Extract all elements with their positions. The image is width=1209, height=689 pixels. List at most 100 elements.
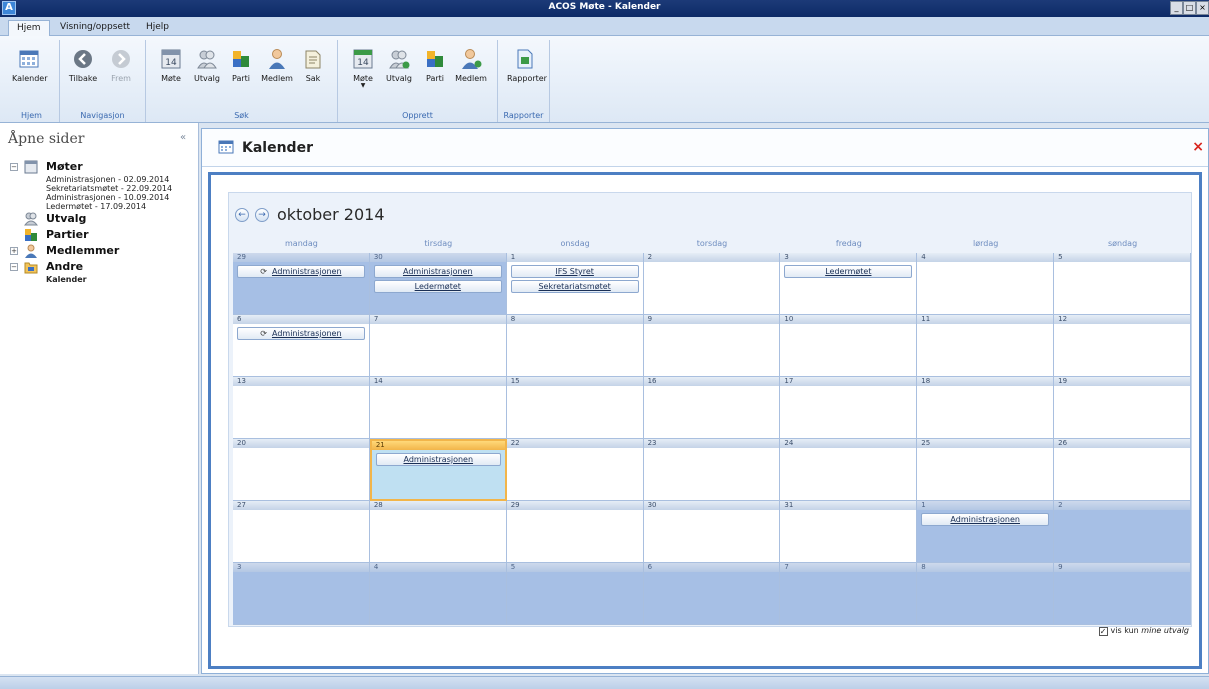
close-window-button[interactable]: × bbox=[1196, 1, 1209, 15]
opprett-utvalg-button[interactable]: Utvalg bbox=[382, 48, 416, 83]
day-number: 2 bbox=[1054, 501, 1190, 510]
calendar-day[interactable]: 17 bbox=[780, 377, 918, 439]
day-header: søndag bbox=[1107, 239, 1138, 248]
calendar-day[interactable]: 30 Administrasjonen Ledermøtet bbox=[369, 253, 507, 315]
opprett-medlem-label: Medlem bbox=[455, 74, 487, 83]
calendar-day[interactable]: 4 bbox=[917, 253, 1055, 315]
day-header: lørdag bbox=[973, 239, 999, 248]
opprett-medlem-button[interactable]: Medlem bbox=[454, 48, 488, 83]
calendar-day[interactable]: 30 bbox=[643, 501, 781, 563]
calendar-day[interactable]: 19 bbox=[1054, 377, 1191, 439]
chevron-down-icon[interactable]: ▼ bbox=[346, 83, 380, 89]
tree-item-meeting[interactable]: Administrasjonen - 02.09.2014 bbox=[10, 175, 196, 184]
calendar-day[interactable]: 31 bbox=[780, 501, 918, 563]
tree-node-andre[interactable]: − Andre bbox=[10, 259, 196, 275]
checkbox-checked-icon[interactable]: ✓ bbox=[1098, 627, 1108, 636]
day-number: 30 bbox=[369, 253, 506, 262]
calendar-day[interactable]: 22 bbox=[506, 439, 644, 501]
tree-item-meeting[interactable]: Ledermøtet - 17.09.2014 bbox=[10, 202, 196, 211]
calendar-day[interactable]: 16 bbox=[643, 377, 781, 439]
sok-mote-button[interactable]: 14 Møte bbox=[154, 48, 188, 83]
minimize-button[interactable]: _ bbox=[1170, 1, 1183, 15]
filter-mine-utvalg[interactable]: ✓ vis kun mine utvalg bbox=[1098, 626, 1189, 636]
tilbake-button[interactable]: Tilbake bbox=[66, 48, 100, 83]
calendar-day[interactable]: 10 bbox=[780, 315, 918, 377]
maximize-button[interactable]: □ bbox=[1183, 1, 1196, 15]
tree-node-partier[interactable]: Partier bbox=[10, 227, 196, 243]
calendar-day[interactable]: 2 bbox=[643, 253, 781, 315]
tree-item-meeting[interactable]: Sekretariatsmøtet - 22.09.2014 bbox=[10, 184, 196, 193]
collapse-node-icon[interactable]: − bbox=[10, 163, 18, 171]
frem-button[interactable]: Frem bbox=[104, 48, 138, 83]
calendar-event[interactable]: Ledermøtet bbox=[784, 265, 913, 278]
calendar-day[interactable]: 9 bbox=[1054, 563, 1191, 625]
expand-node-icon[interactable]: + bbox=[10, 247, 18, 255]
opprett-mote-button[interactable]: 14 Møte ▼ bbox=[346, 48, 380, 89]
calendar-day[interactable]: 1 Administrasjonen bbox=[917, 501, 1055, 563]
calendar-day[interactable]: 5 bbox=[506, 563, 644, 625]
kalender-button[interactable]: Kalender bbox=[12, 48, 48, 83]
next-month-button[interactable]: → bbox=[255, 208, 269, 222]
rapporter-button[interactable]: Rapporter bbox=[507, 48, 547, 83]
calendar-day[interactable]: 1 IFS Styret Sekretariatsmøtet bbox=[506, 253, 644, 315]
close-page-button[interactable]: × bbox=[1192, 139, 1204, 155]
calendar-event[interactable]: Administrasjonen bbox=[921, 513, 1050, 526]
tree-node-medlemmer[interactable]: + Medlemmer bbox=[10, 243, 196, 259]
calendar-event[interactable]: IFS Styret bbox=[510, 265, 639, 278]
calendar-day[interactable]: 6 ⟳ Administrasjonen bbox=[233, 315, 370, 377]
calendar-day[interactable]: 4 bbox=[369, 563, 507, 625]
calendar-day-today[interactable]: 21 Administrasjonen bbox=[369, 439, 507, 501]
day-number: 7 bbox=[780, 563, 917, 572]
collapse-node-icon[interactable]: − bbox=[10, 263, 18, 271]
calendar-day[interactable]: 18 bbox=[917, 377, 1055, 439]
sok-parti-button[interactable]: Parti bbox=[224, 48, 258, 83]
sok-utvalg-button[interactable]: Utvalg bbox=[190, 48, 224, 83]
calendar-day[interactable]: 2 bbox=[1054, 501, 1191, 563]
tree-node-utvalg[interactable]: Utvalg bbox=[10, 211, 196, 227]
tree-item-kalender[interactable]: Kalender bbox=[10, 275, 196, 284]
sok-sak-button[interactable]: Sak bbox=[296, 48, 330, 83]
calendar-day[interactable]: 24 bbox=[780, 439, 918, 501]
calendar-day[interactable]: 28 bbox=[369, 501, 507, 563]
calendar-day[interactable]: 3 bbox=[233, 563, 370, 625]
calendar-day[interactable]: 20 bbox=[233, 439, 370, 501]
calendar-day[interactable]: 13 bbox=[233, 377, 370, 439]
calendar-day[interactable]: 27 bbox=[233, 501, 370, 563]
day-number: 19 bbox=[1054, 377, 1190, 386]
tree-node-moter[interactable]: − Møter bbox=[10, 159, 196, 175]
calendar-event[interactable]: ⟳ Administrasjonen bbox=[237, 265, 365, 278]
calendar-day[interactable]: 14 bbox=[369, 377, 507, 439]
calendar-day[interactable]: 8 bbox=[917, 563, 1055, 625]
calendar-day[interactable]: 8 bbox=[506, 315, 644, 377]
calendar-day[interactable]: 26 bbox=[1054, 439, 1191, 501]
calendar-event[interactable]: Administrasjonen bbox=[375, 453, 501, 466]
tab-visning-oppsett[interactable]: Visning/oppsett bbox=[52, 20, 138, 36]
calendar-event[interactable]: ⟳ Administrasjonen bbox=[237, 327, 365, 340]
opprett-parti-button[interactable]: Parti bbox=[418, 48, 452, 83]
calendar-day[interactable]: 11 bbox=[917, 315, 1055, 377]
calendar-event[interactable]: Ledermøtet bbox=[373, 280, 502, 293]
tab-hjem[interactable]: Hjem bbox=[8, 20, 50, 36]
calendar-day[interactable]: 7 bbox=[780, 563, 918, 625]
calendar-day[interactable]: 23 bbox=[643, 439, 781, 501]
collapse-panel-icon[interactable]: « bbox=[180, 132, 186, 143]
sok-medlem-button[interactable]: Medlem bbox=[260, 48, 294, 83]
group-label-rapporter: Rapporter bbox=[503, 111, 544, 120]
calendar-day[interactable]: 7 bbox=[369, 315, 507, 377]
day-number: 1 bbox=[506, 253, 643, 262]
calendar-day[interactable]: 15 bbox=[506, 377, 644, 439]
calendar-day[interactable]: 5 bbox=[1054, 253, 1191, 315]
calendar-event[interactable]: Sekretariatsmøtet bbox=[510, 280, 639, 293]
calendar-day[interactable]: 9 bbox=[643, 315, 781, 377]
calendar-day[interactable]: 3 Ledermøtet bbox=[780, 253, 918, 315]
calendar-day[interactable]: 29 ⟳ Administrasjonen bbox=[233, 253, 370, 315]
prev-month-button[interactable]: ← bbox=[235, 208, 249, 222]
calendar-day[interactable]: 12 bbox=[1054, 315, 1191, 377]
calendar-day[interactable]: 29 bbox=[506, 501, 644, 563]
tab-hjelp[interactable]: Hjelp bbox=[138, 20, 177, 36]
calendar-day[interactable]: 6 bbox=[643, 563, 781, 625]
calendar-event[interactable]: Administrasjonen bbox=[373, 265, 502, 278]
rapporter-label: Rapporter bbox=[507, 74, 547, 83]
tree-item-meeting[interactable]: Administrasjonen - 10.09.2014 bbox=[10, 193, 196, 202]
calendar-day[interactable]: 25 bbox=[917, 439, 1055, 501]
